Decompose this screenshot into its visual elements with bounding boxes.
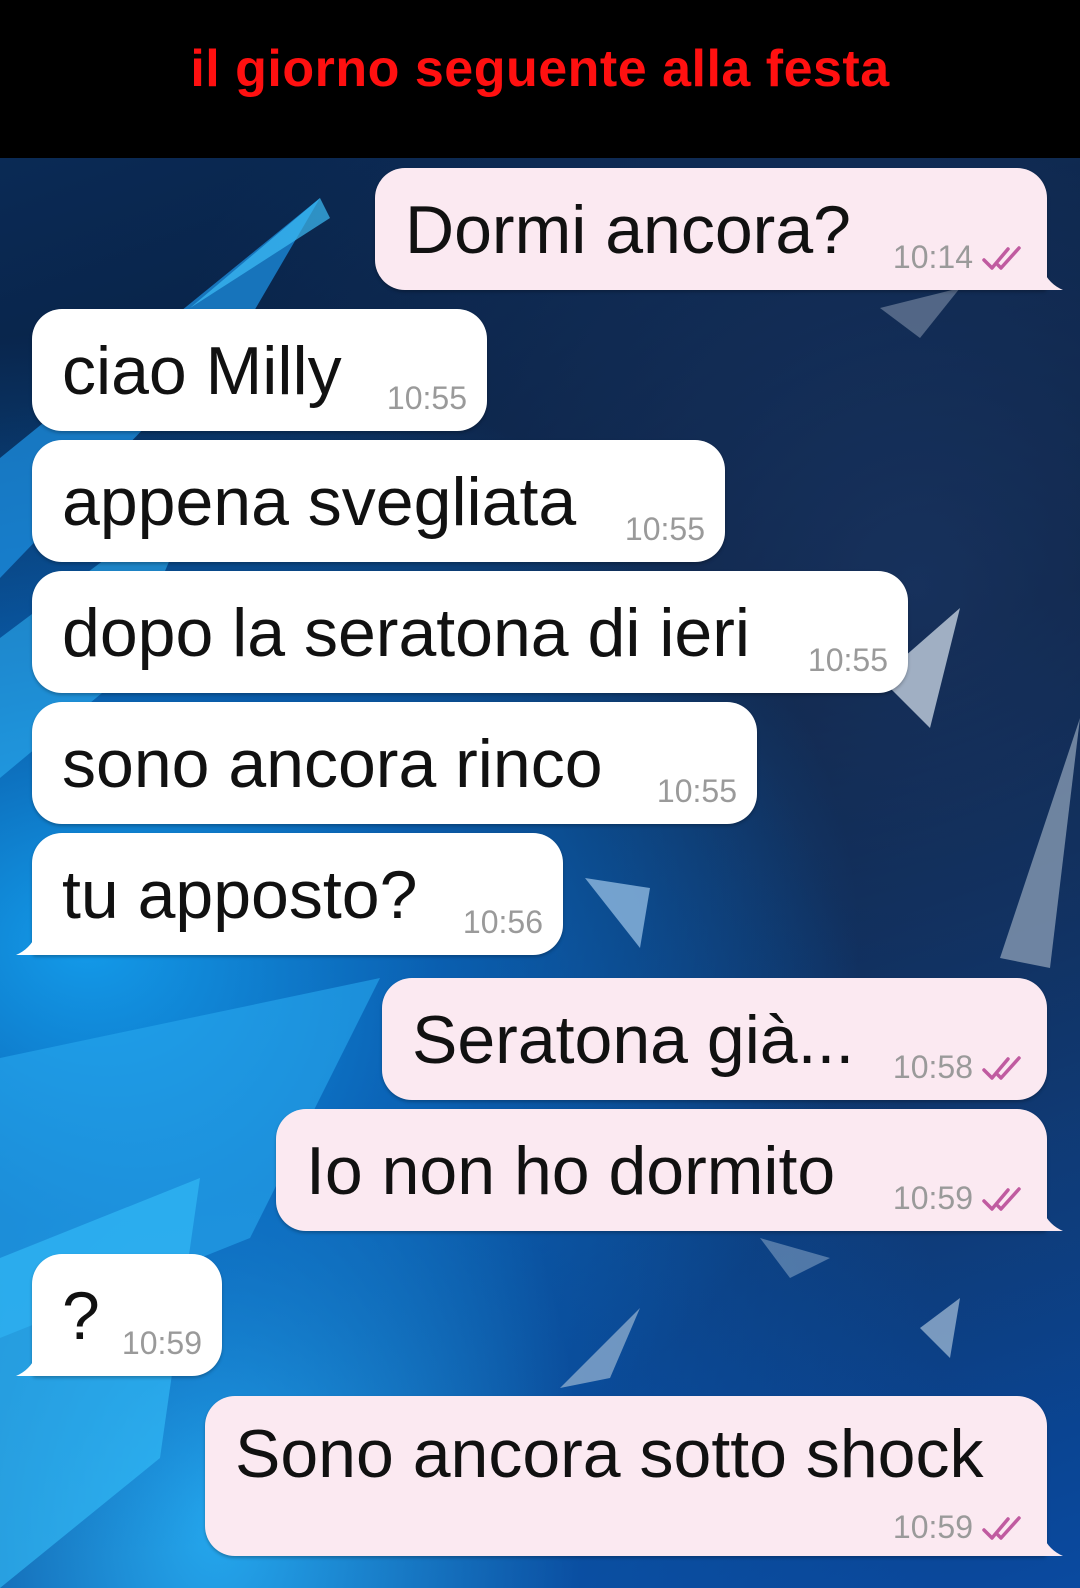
double-check-icon <box>982 1515 1021 1540</box>
message-time: 10:59 <box>892 1180 973 1216</box>
message-text: appena svegliata <box>62 464 577 540</box>
message-time: 10:55 <box>386 380 467 416</box>
message-bubble-incoming[interactable]: ciao Milly 10:55 <box>32 309 487 431</box>
message-time: 10:55 <box>807 642 888 678</box>
message-time: 10:56 <box>462 904 543 940</box>
message-time: 10:14 <box>892 239 973 275</box>
page-title: il giorno seguente alla festa <box>190 40 890 98</box>
message-bubble-outgoing[interactable]: Dormi ancora? 10:14 <box>375 168 1063 290</box>
message-bubble-incoming[interactable]: sono ancora rinco 10:55 <box>32 702 757 824</box>
message-bubble-outgoing[interactable]: Sono ancora sotto shock 10:59 <box>205 1396 1063 1556</box>
message-text: Seratona già... <box>412 1002 855 1078</box>
message-time: 10:59 <box>892 1509 973 1545</box>
message-bubble-incoming[interactable]: dopo la seratona di ieri 10:55 <box>32 571 908 693</box>
message-text: Io non ho dormito <box>306 1133 836 1209</box>
message-bubble-incoming[interactable]: tu apposto? 10:56 <box>16 833 563 955</box>
double-check-icon <box>982 245 1021 270</box>
message-time: 10:55 <box>656 773 737 809</box>
message-text: tu apposto? <box>62 857 418 933</box>
message-time: 10:58 <box>892 1049 973 1085</box>
message-bubble-incoming[interactable]: appena svegliata 10:55 <box>32 440 725 562</box>
message-time: 10:59 <box>121 1325 202 1361</box>
message-list: Dormi ancora? 10:14 ciao Milly 10:55 app… <box>0 158 1080 1588</box>
message-time: 10:55 <box>624 511 705 547</box>
message-bubble-outgoing[interactable]: Seratona già... 10:58 <box>382 978 1047 1100</box>
header-bar: il giorno seguente alla festa <box>0 0 1080 158</box>
message-bubble-incoming[interactable]: ? 10:59 <box>16 1254 222 1376</box>
message-bubble-outgoing[interactable]: Io non ho dormito 10:59 <box>276 1109 1063 1231</box>
message-text: dopo la seratona di ieri <box>62 595 751 671</box>
double-check-icon <box>982 1186 1021 1211</box>
message-text: ? <box>62 1278 100 1354</box>
double-check-icon <box>982 1055 1021 1080</box>
message-text: Dormi ancora? <box>405 192 851 268</box>
message-text: ciao Milly <box>62 333 342 409</box>
message-text: Sono ancora sotto shock <box>235 1416 984 1492</box>
message-text: sono ancora rinco <box>62 726 603 802</box>
